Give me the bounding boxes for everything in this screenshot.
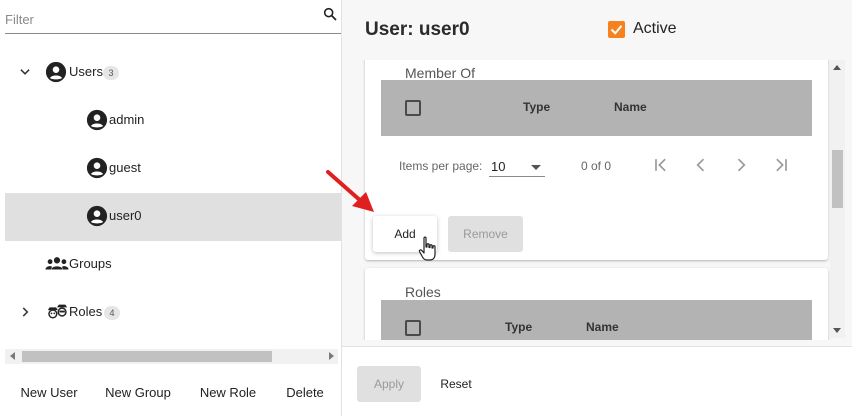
filter-input[interactable] [5,12,315,27]
page-title: User: user0 [365,19,470,40]
paginator: Items per page: 10 0 of 0 [381,151,812,181]
new-role-button[interactable]: New Role [193,376,263,408]
user-account-icon [86,109,108,131]
remove-button[interactable]: Remove [448,216,523,252]
delete-button[interactable]: Delete [280,376,330,408]
chevron-right-icon[interactable] [18,305,32,319]
hand-cursor-icon [418,236,436,261]
tree-item-label: Groups [69,256,112,271]
user-account-icon [86,205,108,227]
roles-table-header: Type Name [381,300,812,340]
items-per-page-label: Items per page: [399,159,483,173]
previous-page-icon[interactable] [691,155,711,175]
tree-item-user0[interactable]: user0 [5,193,341,241]
tree-item-users[interactable]: Users 3 [5,49,341,97]
horizontal-scrollbar[interactable] [5,349,338,364]
checkbox-checked-icon[interactable] [608,21,625,38]
scroll-left-icon[interactable] [10,352,15,360]
tree-item-label: admin [109,112,145,127]
new-user-button[interactable]: New User [14,376,84,408]
new-group-button[interactable]: New Group [100,376,176,408]
detail-panel: User: user0 Active Member Of Type Name I… [342,0,852,416]
tree-item-label: Users [69,64,103,79]
groups-icon [45,257,69,270]
column-header-type[interactable]: Type [523,100,550,114]
vertical-scrollbar[interactable] [830,60,845,338]
items-per-page-value: 10 [491,159,506,174]
chevron-down-icon[interactable] [18,65,32,79]
filter-field [5,4,341,34]
count-badge: 4 [104,306,120,320]
first-page-icon[interactable] [651,155,671,175]
member-of-card: Member Of Type Name Items per page: 10 0… [365,60,828,260]
dropdown-caret-icon [531,165,541,170]
select-all-checkbox[interactable] [405,320,421,336]
roles-card: Roles Type Name [365,268,828,340]
user-account-icon [86,157,108,179]
tree-item-label: guest [109,160,141,175]
tree-actions: New User New Group New Role Delete [0,376,341,408]
scroll-up-icon[interactable] [833,65,841,70]
app-window: Users 3 admin guest [0,0,852,416]
tree-item-admin[interactable]: admin [5,97,341,145]
next-page-icon[interactable] [731,155,751,175]
search-icon[interactable] [322,6,338,22]
card-title: Roles [405,284,441,300]
scrollbar-thumb[interactable] [22,351,272,362]
tree-item-guest[interactable]: guest [5,145,341,193]
scroll-right-icon[interactable] [329,352,334,360]
scroll-down-icon[interactable] [833,328,841,333]
apply-button[interactable]: Apply [357,366,421,402]
detail-scroll-area: Member Of Type Name Items per page: 10 0… [342,60,852,340]
last-page-icon[interactable] [771,155,791,175]
roles-icon [47,304,68,319]
annotation-arrow-icon [326,170,374,212]
tree-item-label: user0 [109,208,142,223]
select-all-checkbox[interactable] [405,100,421,116]
items-per-page-select[interactable]: 10 [489,155,545,177]
detail-footer: Apply Reset [342,346,852,416]
column-header-type[interactable]: Type [505,320,532,334]
card-title: Member Of [405,65,476,81]
scrollbar-thumb[interactable] [832,150,843,208]
member-of-table-header: Type Name [381,80,812,136]
column-header-name[interactable]: Name [586,320,619,334]
tree-item-label: Roles [69,304,103,319]
column-header-name[interactable]: Name [614,100,647,114]
left-panel: Users 3 admin guest [0,0,341,416]
user-account-icon [45,61,67,83]
page-range-label: 0 of 0 [581,159,612,173]
count-badge: 3 [103,66,119,80]
tree-item-groups[interactable]: Groups [5,241,341,289]
active-label: Active [633,20,677,37]
tree-item-roles[interactable]: Roles 4 [5,289,341,337]
reset-button[interactable]: Reset [432,366,480,402]
